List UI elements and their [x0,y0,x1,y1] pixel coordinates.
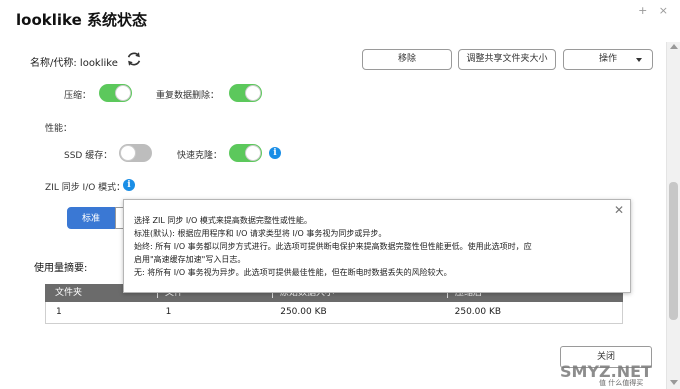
remove-button[interactable]: 移除 [362,49,452,70]
toggle-knob [245,85,261,101]
zil-tooltip: ✕ 选择 ZIL 同步 I/O 模式来提高数据完整性或性能。 标准(默认): 根… [123,199,631,293]
compress-toggle[interactable] [99,84,132,102]
scroll-down-icon[interactable] [670,380,678,385]
zil-label: ZIL 同步 I/O 模式： [45,183,126,193]
fast-clone-label: 快速克隆： [177,151,223,161]
fast-clone-toggle[interactable] [229,144,262,162]
tooltip-line: 选择 ZIL 同步 I/O 模式来提高数据完整性或性能。 [134,216,312,225]
resize-folder-button[interactable]: 调整共享文件夹大小 [458,49,556,70]
toggle-knob [115,85,131,101]
scrollbar-thumb[interactable] [669,182,678,320]
toggle-knob [245,145,261,161]
ssd-cache-toggle[interactable] [119,144,152,162]
tooltip-line: 始终: 所有 I/O 事务都以同步方式进行。此选项可提供断电保护来提高数据完整性… [134,242,532,251]
info-icon[interactable]: i [269,147,281,159]
zil-mode-standard[interactable]: 标准 [67,207,116,229]
refresh-icon[interactable] [125,50,143,68]
action-dropdown-button[interactable]: 操作 [563,49,653,70]
close-icon[interactable]: ✕ [614,203,624,217]
tooltip-line: 无: 将所有 I/O 事务视为异步。此选项可提供最佳性能，但在断电时数据丢失的风… [134,268,452,277]
table-cell: 250.00 KB [454,307,502,317]
action-label: 操作 [598,54,617,64]
zil-info-icon[interactable]: i [123,179,135,191]
usage-summary-title: 使用量摘要: [34,263,88,274]
performance-label: 性能： [45,124,73,134]
title-bar: looklike 系统状态 + × [0,0,680,42]
scroll-up-icon[interactable] [670,44,678,49]
dedup-toggle[interactable] [229,84,262,102]
table-cell: 1 [56,307,62,317]
caret-down-icon [636,58,642,62]
window-title: looklike 系统状态 [16,11,147,29]
scrollbar[interactable] [666,42,680,389]
folder-name-label: 名称/代称: looklike [30,58,118,69]
table-cell: 250.00 KB [280,307,327,317]
ssd-cache-label: SSD 缓存： [64,151,113,161]
tooltip-line: 标准(默认): 根据应用程序和 I/O 请求类型将 I/O 事务视为同步或异步。 [134,229,387,238]
dedup-label: 重复数据删除： [156,91,220,101]
tooltip-line: 启用"高速缓存加速"写入日志。 [134,255,246,264]
zil-mode-selector[interactable]: 标准 [67,207,130,229]
table-cell: 1 [165,307,172,317]
table-row: 1 1 250.00 KB 250.00 KB [45,302,623,324]
window-controls[interactable]: + × [638,4,672,17]
compress-label: 压缩： [64,91,92,101]
watermark-sub: 值 什么值得买 [599,379,644,387]
toggle-knob [120,145,136,161]
